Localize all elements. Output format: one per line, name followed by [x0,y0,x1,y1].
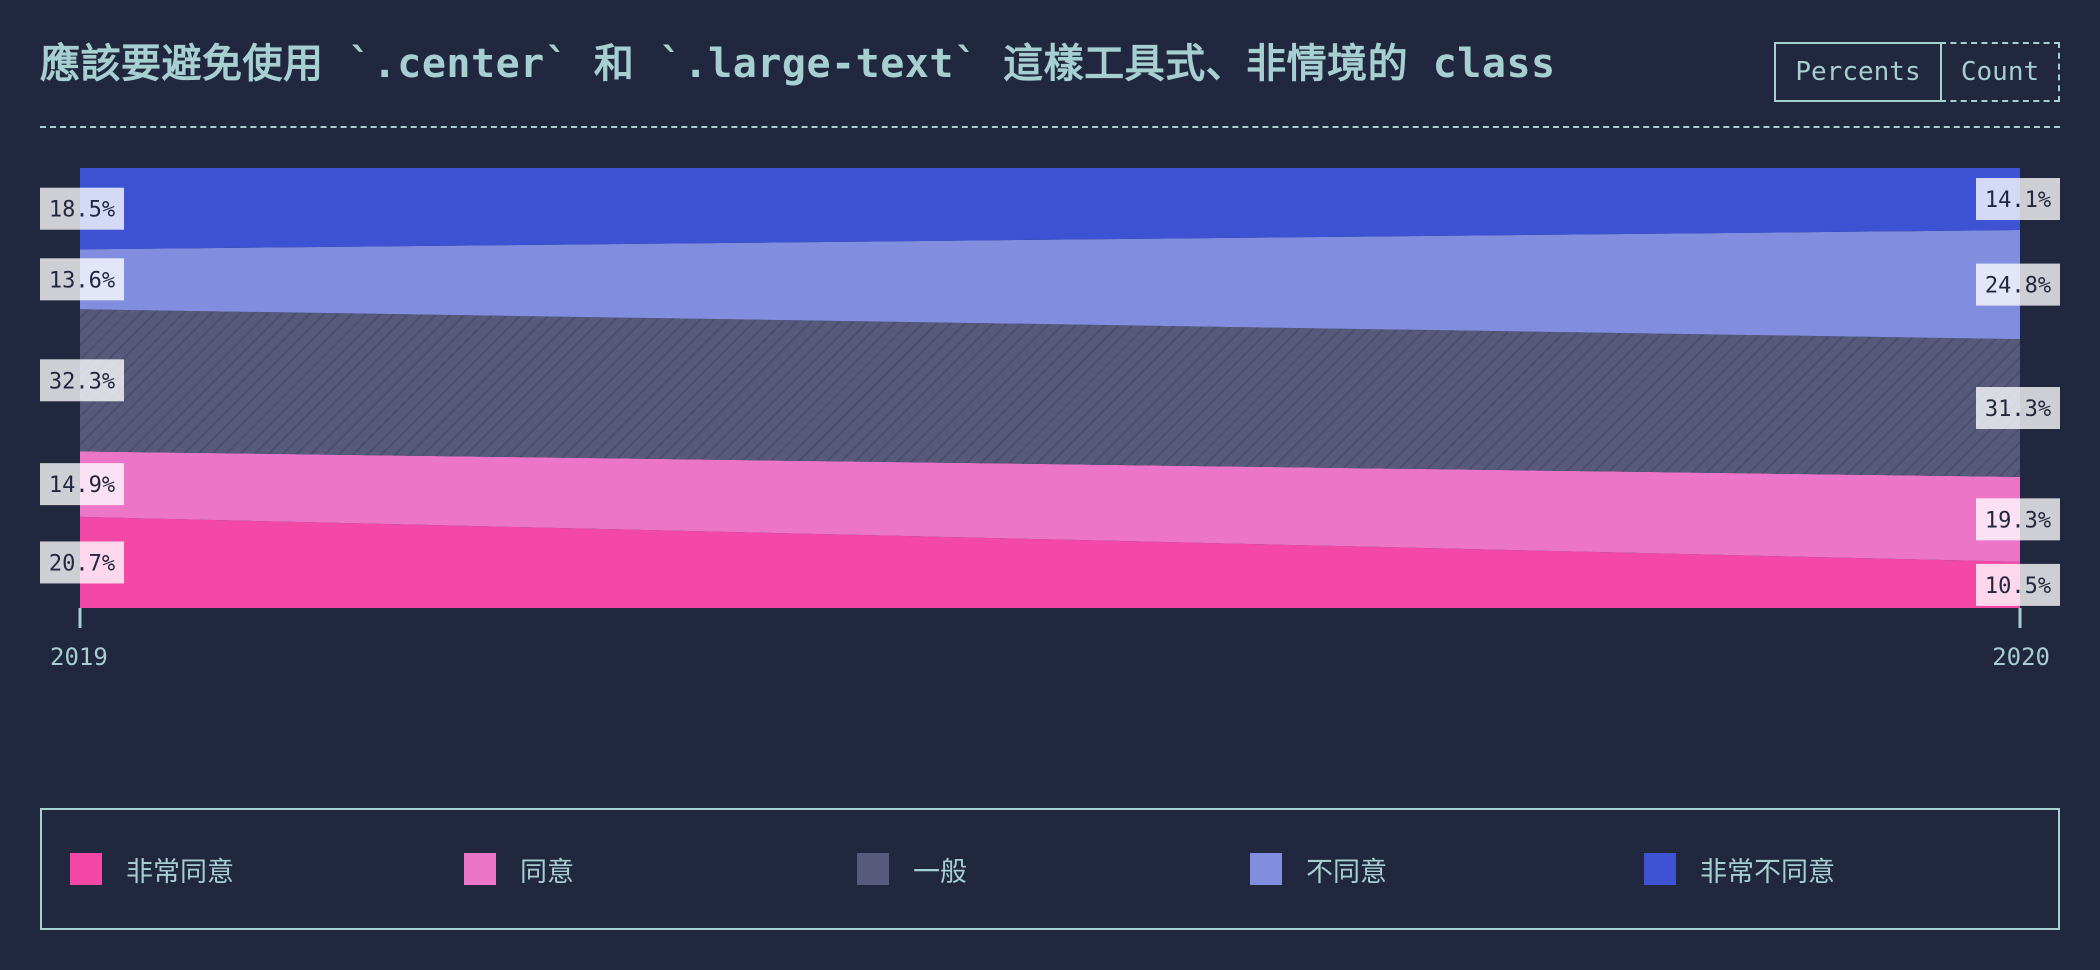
value-label-text: 19.3% [1985,508,2051,533]
value-label-series-3-x1: 24.8% [1976,263,2060,306]
legend: 非常同意 同意 一般 不同意 非常不同意 [40,808,2060,930]
legend-label: 非常不同意 [1700,856,1835,888]
legend-swatch [1644,853,1676,885]
value-label-series-1-x0: 14.9% [40,463,124,506]
legend-item-3[interactable]: 不同意 [1250,810,1387,928]
value-label-text: 32.3% [49,369,115,394]
legend-swatch [857,853,889,885]
value-label-series-1-x1: 19.3% [1976,498,2060,541]
x-tick-label-1: 2020 [1992,643,2050,671]
legend-item-4[interactable]: 非常不同意 [1644,810,1835,928]
value-label-series-3-x0: 13.6% [40,258,124,301]
value-label-series-2-x1: 31.3% [1976,387,2060,430]
legend-label: 一般 [913,856,967,888]
legend-swatch [1250,853,1282,885]
legend-label: 不同意 [1306,856,1387,888]
value-label-text: 31.3% [1985,397,2051,422]
legend-item-1[interactable]: 同意 [464,810,574,928]
value-label-series-2-x0: 32.3% [40,359,124,402]
value-label-text: 20.7% [49,551,115,576]
chart-page: 應該要避免使用 `.center` 和 `.large-text` 這樣工具式、… [0,0,2100,970]
value-label-text: 10.5% [1985,574,2051,599]
value-label-text: 14.1% [1985,188,2051,213]
value-label-series-4-x0: 18.5% [40,187,124,230]
legend-label: 同意 [520,856,574,888]
legend-label: 非常同意 [126,856,234,888]
value-label-series-0-x1: 10.5% [1976,563,2060,606]
value-label-series-0-x0: 20.7% [40,541,124,584]
legend-item-2[interactable]: 一般 [857,810,967,928]
value-label-text: 24.8% [1985,274,2051,299]
value-label-text: 14.9% [49,473,115,498]
legend-swatch [70,853,102,885]
x-tick-label-0: 2019 [50,643,108,671]
legend-item-0[interactable]: 非常同意 [70,810,234,928]
stacked-area-chart: 20.7% 10.5% 14.9% 19.3% 32.3% 31.3% 13.6% 24.8%… [40,168,2060,671]
value-label-text: 18.5% [49,198,115,223]
legend-swatch [464,853,496,885]
value-label-text: 13.6% [49,268,115,293]
value-label-series-4-x1: 14.1% [1976,178,2060,221]
